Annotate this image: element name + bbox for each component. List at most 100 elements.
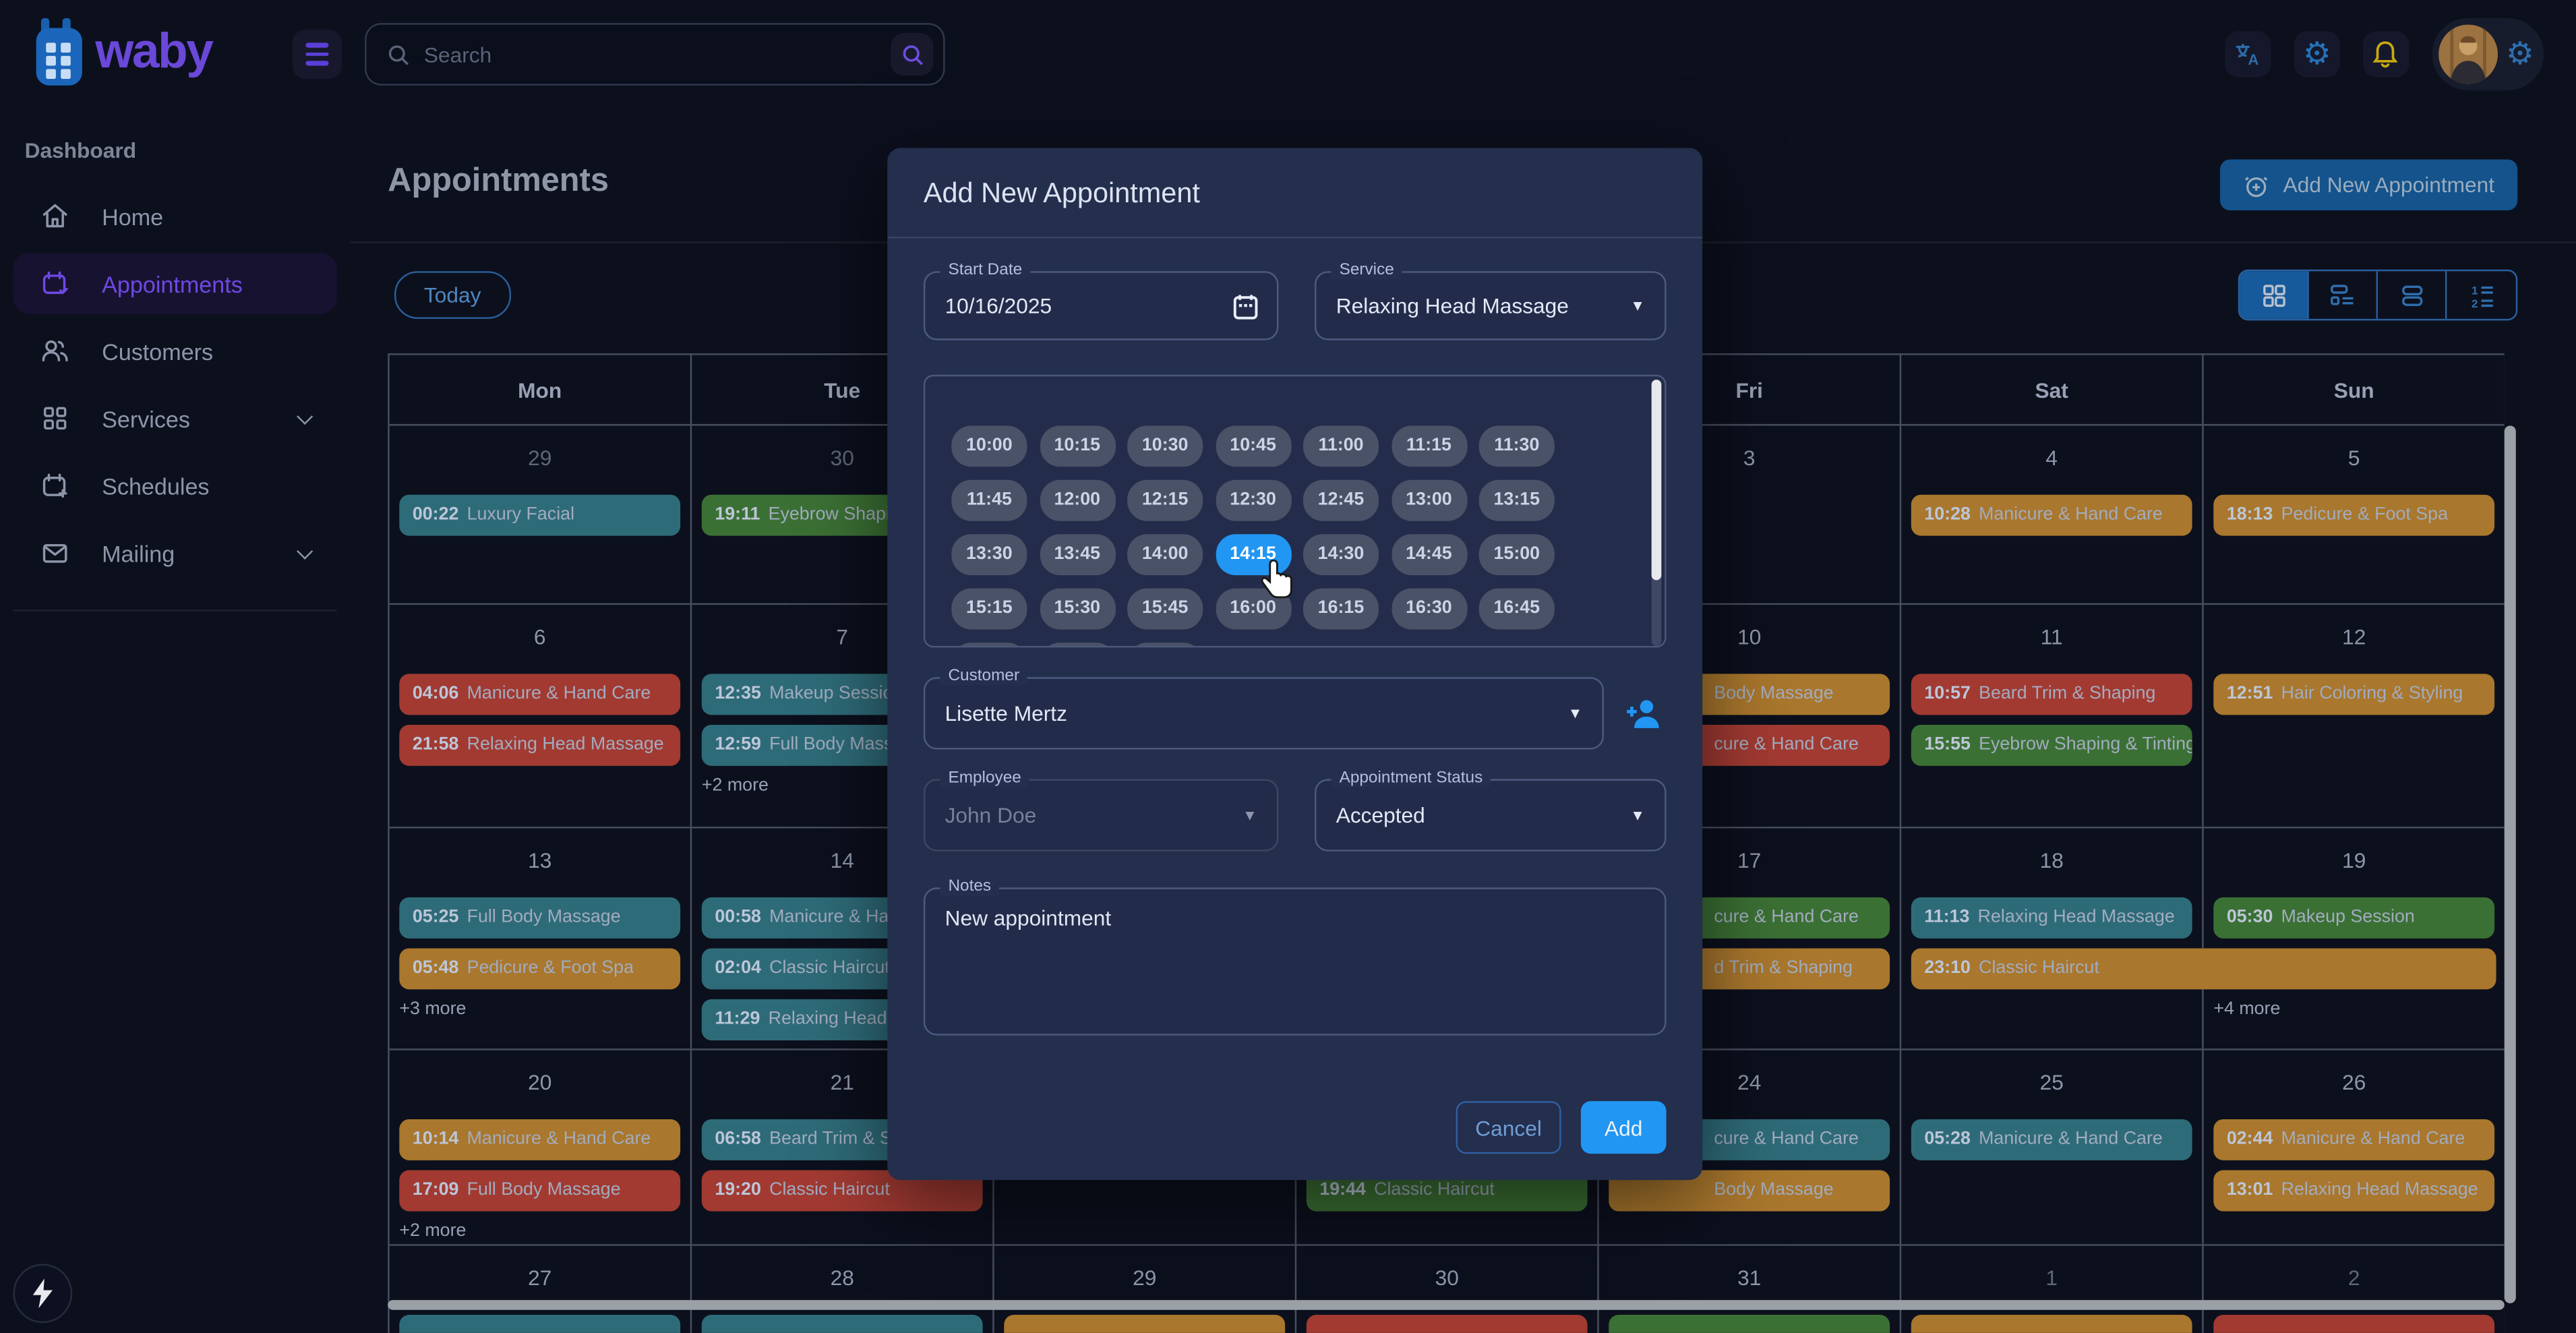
calendar-event[interactable]: 00:22Luxury Facial bbox=[399, 495, 680, 536]
calendar-day-cell[interactable]: 410:28Manicure & Hand Care bbox=[1901, 425, 2204, 603]
calendar-event[interactable] bbox=[399, 1315, 680, 1333]
time-slot[interactable]: 15:30 bbox=[1040, 589, 1115, 630]
employee-select[interactable]: Employee John Doe ▼ bbox=[924, 779, 1279, 851]
time-slot[interactable]: 10:45 bbox=[1216, 425, 1291, 467]
calendar-event[interactable]: 05:25Full Body Massage bbox=[399, 897, 680, 939]
time-slot[interactable]: 10:30 bbox=[1127, 425, 1203, 467]
time-slot[interactable]: 12:00 bbox=[1040, 480, 1115, 521]
time-slot[interactable]: 15:45 bbox=[1127, 589, 1203, 630]
add-customer-icon[interactable] bbox=[1623, 694, 1663, 734]
calendar-day-cell[interactable]: 2 bbox=[2204, 1246, 2505, 1333]
time-slot[interactable]: 13:30 bbox=[951, 534, 1027, 575]
add-button[interactable]: Add bbox=[1581, 1101, 1667, 1154]
customer-select[interactable]: Customer Lisette Mertz ▼ bbox=[924, 677, 1604, 749]
notifications-button[interactable] bbox=[2363, 31, 2409, 77]
appointment-status-select[interactable]: Appointment Status Accepted ▼ bbox=[1315, 779, 1667, 851]
calendar-event[interactable]: 10:14Manicure & Hand Care bbox=[399, 1119, 680, 1160]
calendar-day-cell[interactable]: 604:06Manicure & Hand Care21:58Relaxing … bbox=[390, 605, 692, 827]
time-slot[interactable]: 13:00 bbox=[1391, 480, 1466, 521]
calendar-event[interactable] bbox=[1609, 1315, 1890, 1333]
user-menu[interactable]: ⚙ bbox=[2432, 18, 2544, 90]
time-slot[interactable]: 11:15 bbox=[1391, 425, 1466, 467]
service-select[interactable]: Service Relaxing Head Massage ▼ bbox=[1315, 271, 1667, 340]
calendar-event[interactable]: 04:06Manicure & Hand Care bbox=[399, 674, 680, 715]
sidebar-item-mailing[interactable]: Mailing bbox=[13, 523, 337, 583]
calendar-day-cell[interactable]: 2900:22Luxury Facial bbox=[390, 425, 692, 603]
calendar-day-cell[interactable]: 518:13Pedicure & Foot Spa bbox=[2204, 425, 2505, 603]
calendar-event[interactable]: 15:55Eyebrow Shaping & Tinting bbox=[1911, 725, 2192, 766]
notes-input[interactable]: New appointment bbox=[945, 906, 1645, 1017]
calendar-horizontal-scrollbar[interactable] bbox=[388, 1300, 2505, 1310]
start-date-field[interactable]: Start Date 10/16/2025 bbox=[924, 271, 1279, 340]
calendar-event[interactable]: 11:13Relaxing Head Massage bbox=[1911, 897, 2192, 939]
calendar-day-cell[interactable]: 1110:57Beard Trim & Shaping15:55Eyebrow … bbox=[1901, 605, 2204, 827]
time-slot[interactable]: 13:15 bbox=[1479, 480, 1555, 521]
search-input[interactable] bbox=[424, 42, 891, 67]
time-slot[interactable]: 14:45 bbox=[1391, 534, 1466, 575]
view-month-button[interactable] bbox=[2240, 271, 2308, 319]
time-slot[interactable]: 16:00 bbox=[1216, 589, 1291, 630]
calendar-event[interactable]: 05:28Manicure & Hand Care bbox=[1911, 1119, 2192, 1160]
calendar-day-cell[interactable]: 1212:51Hair Coloring & Styling bbox=[2204, 605, 2505, 827]
time-slot[interactable]: 12:45 bbox=[1303, 480, 1379, 521]
time-slot[interactable] bbox=[951, 643, 1027, 647]
time-slot[interactable]: 13:45 bbox=[1040, 534, 1115, 575]
calendar-event[interactable] bbox=[702, 1315, 983, 1333]
view-day-button[interactable] bbox=[2378, 271, 2447, 319]
calendar-day-cell[interactable]: 1 bbox=[1901, 1246, 2204, 1333]
calendar-event[interactable] bbox=[1307, 1315, 1588, 1333]
sidebar-item-customers[interactable]: Customers bbox=[13, 320, 337, 381]
calendar-day-cell[interactable]: 28 bbox=[692, 1246, 994, 1333]
calendar-event[interactable]: 21:58Relaxing Head Massage bbox=[399, 725, 680, 766]
sidebar-item-services[interactable]: Services bbox=[13, 388, 337, 448]
display-settings-button[interactable]: ⚙ bbox=[2294, 31, 2340, 77]
calendar-event[interactable]: 10:57Beard Trim & Shaping bbox=[1911, 674, 2192, 715]
calendar-event[interactable]: 17:09Full Body Massage bbox=[399, 1171, 680, 1212]
calendar-event[interactable]: 05:30Makeup Session bbox=[2213, 897, 2494, 939]
calendar-day-cell[interactable]: 1905:30Makeup Session+4 more bbox=[2204, 829, 2505, 1049]
time-slot[interactable]: 11:00 bbox=[1303, 425, 1379, 467]
view-week-button[interactable] bbox=[2309, 271, 2378, 319]
calendar-day-cell[interactable]: 1305:25Full Body Massage05:48Pedicure & … bbox=[390, 829, 692, 1049]
calendar-event[interactable] bbox=[1911, 1315, 2192, 1333]
time-slot[interactable]: 16:45 bbox=[1479, 589, 1555, 630]
calendar-day-cell[interactable]: 27 bbox=[390, 1246, 692, 1333]
more-events[interactable]: +3 more bbox=[399, 999, 680, 1019]
today-button[interactable]: Today bbox=[394, 271, 510, 319]
calendar-event[interactable]: 23:10Classic Haircut bbox=[1911, 948, 2496, 989]
calendar-event[interactable] bbox=[1004, 1315, 1285, 1333]
sidebar-item-schedules[interactable]: Schedules bbox=[13, 455, 337, 516]
time-slot[interactable]: 11:45 bbox=[951, 480, 1027, 521]
calendar-day-cell[interactable]: 31 bbox=[1599, 1246, 1902, 1333]
time-slot[interactable] bbox=[1127, 643, 1203, 647]
calendar-event[interactable]: 12:51Hair Coloring & Styling bbox=[2213, 674, 2494, 715]
calendar-day-cell[interactable]: 1811:13Relaxing Head Massage23:10Classic… bbox=[1901, 829, 2204, 1049]
time-slot[interactable]: 14:15 bbox=[1216, 534, 1291, 575]
calendar-day-cell[interactable]: 30 bbox=[1296, 1246, 1599, 1333]
menu-toggle-button[interactable] bbox=[293, 30, 342, 79]
time-slot[interactable]: 16:15 bbox=[1303, 589, 1379, 630]
cancel-button[interactable]: Cancel bbox=[1456, 1101, 1561, 1154]
language-button[interactable]: A bbox=[2225, 31, 2271, 77]
calendar-day-cell[interactable]: 2010:14Manicure & Hand Care17:09Full Bod… bbox=[390, 1050, 692, 1245]
calendar-day-cell[interactable]: 2602:44Manicure & Hand Care13:01Relaxing… bbox=[2204, 1050, 2505, 1245]
time-slot[interactable]: 16:30 bbox=[1391, 589, 1466, 630]
add-new-appointment-button[interactable]: Add New Appointment bbox=[2221, 159, 2517, 210]
time-slot[interactable]: 15:15 bbox=[951, 589, 1027, 630]
view-agenda-button[interactable]: 1 2 bbox=[2447, 271, 2515, 319]
time-picker-scroll-thumb[interactable] bbox=[1652, 380, 1662, 580]
time-slot[interactable]: 12:30 bbox=[1216, 480, 1291, 521]
search-submit-button[interactable] bbox=[891, 33, 933, 76]
app-logo[interactable]: waby bbox=[30, 15, 212, 90]
calendar-event[interactable] bbox=[2213, 1315, 2494, 1333]
calendar-event[interactable]: 05:48Pedicure & Foot Spa bbox=[399, 948, 680, 989]
sidebar-item-appointments[interactable]: Appointments bbox=[13, 253, 337, 314]
time-slot[interactable]: 11:30 bbox=[1479, 425, 1555, 467]
calendar-event[interactable]: 18:13Pedicure & Foot Spa bbox=[2213, 495, 2494, 536]
calendar-day-cell[interactable]: 2505:28Manicure & Hand Care bbox=[1901, 1050, 2204, 1245]
more-events[interactable]: +2 more bbox=[399, 1221, 680, 1241]
calendar-icon[interactable] bbox=[1232, 293, 1259, 320]
more-events[interactable]: +4 more bbox=[2213, 999, 2494, 1019]
time-slot[interactable] bbox=[1040, 643, 1115, 647]
time-slot[interactable]: 10:00 bbox=[951, 425, 1027, 467]
